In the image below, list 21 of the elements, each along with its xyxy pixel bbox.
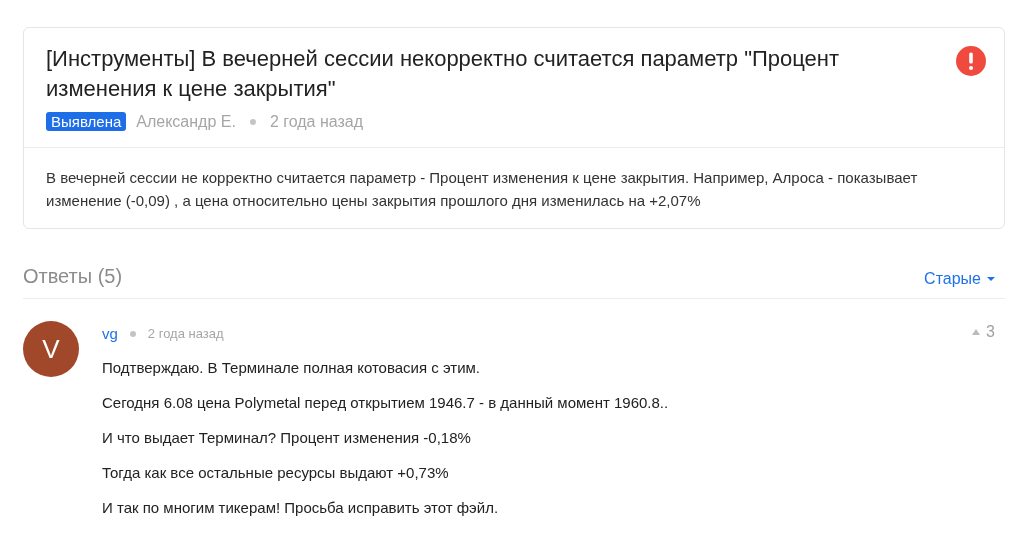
sort-dropdown[interactable]: Старые xyxy=(924,270,1005,288)
issue-title: [Инструменты] В вечерней сессии некорректно считается параметр "Процент изменения к цене закрытия" xyxy=(46,45,841,103)
comment-text: И что выдает Терминал? Процент изменения -0,18% xyxy=(102,429,472,447)
author-name[interactable]: Александр Е. xyxy=(136,112,236,131)
status-badge: Выявлена xyxy=(46,112,127,131)
separator-dot xyxy=(129,330,136,337)
post-time: 2 года назад xyxy=(147,326,224,341)
comment-text: Сегодня 6.08 цена Polymetal перед открытием 1946.7 - в данный момент 1960.8.. xyxy=(102,394,670,412)
answers-heading: Ответы (5) xyxy=(23,265,123,288)
caret-icon xyxy=(987,277,995,281)
author-name[interactable]: vg xyxy=(102,325,118,342)
alert-icon xyxy=(956,46,986,76)
comment-text: Тогда как все остальные ресурсы выдают +0,73% xyxy=(102,464,450,482)
comment-text: Подтверждаю. В Терминале полная котовасия с этим. xyxy=(102,359,481,377)
upvote-icon xyxy=(972,328,981,335)
issue-description: В вечерней сессии не корректно считается параметр - Процент изменения к цене закрытия. Например, Алроса - показывает изменение (-0,09) , а цена относительно цены закрытия прошлого дня изменилась на +2,07% xyxy=(46,168,919,211)
post-time: 2 года назад xyxy=(269,112,364,131)
separator-dot xyxy=(249,118,256,125)
upvote-button[interactable]: 3 xyxy=(972,322,1005,341)
user-avatar: V xyxy=(23,321,79,377)
comment-text: И так по многим тикерам! Просьба исправить этот фэйл. xyxy=(102,499,500,517)
